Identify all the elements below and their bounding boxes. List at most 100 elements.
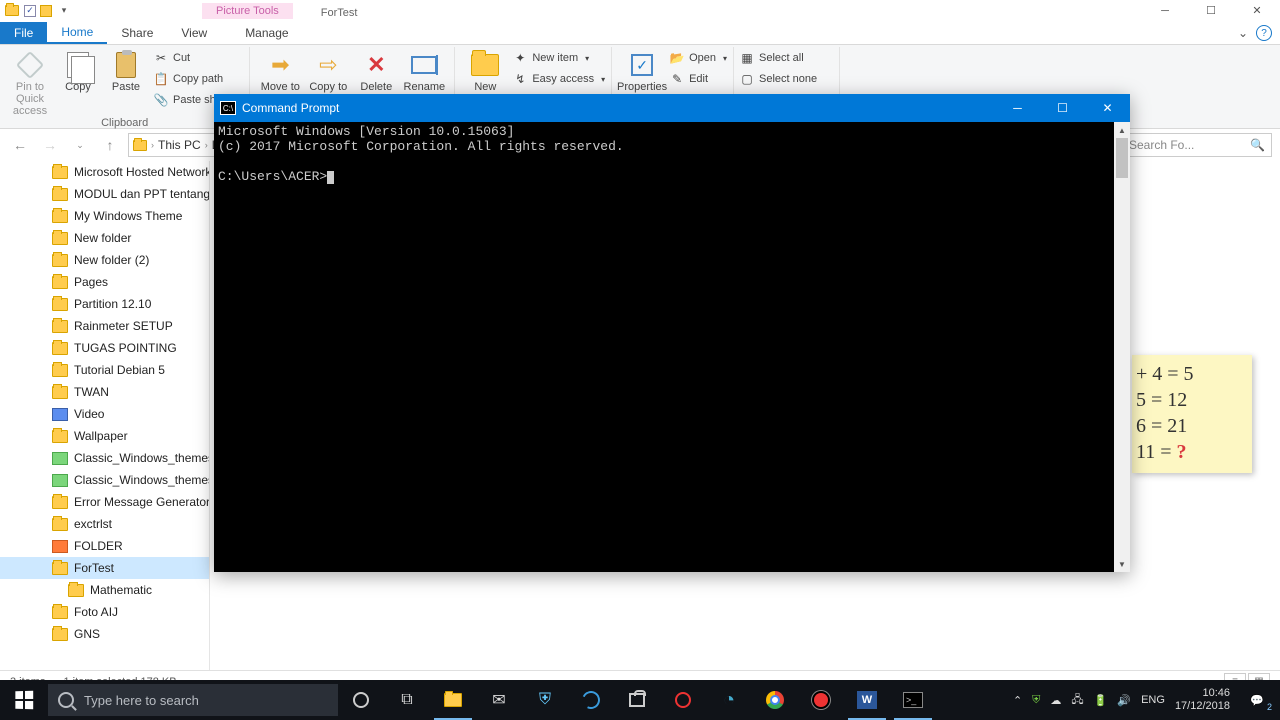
tab-manage[interactable]: Manage xyxy=(231,22,302,44)
taskbar-app-screenrec[interactable] xyxy=(798,680,844,720)
nav-back-button[interactable]: ← xyxy=(8,133,32,157)
action-center-button[interactable]: 💬 2 xyxy=(1240,686,1274,714)
sidebar-item[interactable]: Partition 12.10 xyxy=(0,293,209,315)
sidebar-item[interactable]: New folder (2) xyxy=(0,249,209,271)
tray-overflow-button[interactable]: ⌃ xyxy=(1013,694,1022,707)
cmd-title-bar[interactable]: C:\ Command Prompt ─ ☐ ✕ xyxy=(214,94,1130,122)
taskbar-app-edge[interactable] xyxy=(568,680,614,720)
sidebar-item[interactable]: TWAN xyxy=(0,381,209,403)
qat-dropdown-icon[interactable] xyxy=(40,5,52,17)
sidebar-item[interactable]: My Windows Theme xyxy=(0,205,209,227)
scroll-thumb[interactable] xyxy=(1116,138,1128,178)
sidebar-item[interactable]: Rainmeter SETUP xyxy=(0,315,209,337)
explorer-close-button[interactable]: ✕ xyxy=(1234,0,1280,22)
sidebar-item[interactable]: Wallpaper xyxy=(0,425,209,447)
search-box[interactable]: Search Fo... 🔍 xyxy=(1122,133,1272,157)
nav-recent-button[interactable]: ⌄ xyxy=(68,133,92,157)
chrome-icon xyxy=(766,691,784,709)
move-arrow-icon: ➡ xyxy=(266,51,294,79)
navigation-pane[interactable]: Microsoft Hosted NetworkMODUL dan PPT te… xyxy=(0,161,210,670)
start-button[interactable] xyxy=(0,680,48,720)
sidebar-item[interactable]: Foto AIJ xyxy=(0,601,209,623)
tab-file[interactable]: File xyxy=(0,22,47,44)
taskbar-app-recorder[interactable] xyxy=(660,680,706,720)
path-icon: 📋 xyxy=(154,72,168,86)
help-icon[interactable]: ? xyxy=(1256,25,1272,41)
tab-share[interactable]: Share xyxy=(107,22,167,44)
tray-network-icon[interactable]: 🖧 xyxy=(1071,691,1083,710)
edit-button[interactable]: ✎Edit xyxy=(670,70,727,88)
address-folder-icon xyxy=(133,140,147,151)
qat-checkbox[interactable]: ✓ xyxy=(24,5,36,17)
qat-folder-icon[interactable] xyxy=(4,3,20,19)
sidebar-item[interactable]: ForTest xyxy=(0,557,209,579)
tab-home[interactable]: Home xyxy=(47,22,107,44)
sidebar-item[interactable]: Tutorial Debian 5 xyxy=(0,359,209,381)
tab-view[interactable]: View xyxy=(167,22,221,44)
taskbar-app-explorer[interactable] xyxy=(430,680,476,720)
sidebar-item[interactable]: MODUL dan PPT tentang xyxy=(0,183,209,205)
sidebar-item[interactable]: Classic_Windows_themes xyxy=(0,469,209,491)
taskbar-app-mail[interactable]: ✉ xyxy=(476,680,522,720)
qat-overflow[interactable]: ▾ xyxy=(56,3,72,19)
explorer-minimize-button[interactable]: ─ xyxy=(1142,0,1188,22)
sticky-note[interactable]: + 4 = 5 5 = 12 6 = 21 11 = ? xyxy=(1132,355,1252,473)
scroll-up-icon[interactable]: ▲ xyxy=(1114,122,1130,138)
notification-count: 2 xyxy=(1267,702,1272,712)
open-button[interactable]: 📂Open▾ xyxy=(670,49,727,67)
sidebar-item[interactable]: Mathematic xyxy=(0,579,209,601)
select-none-button[interactable]: ▢Select none xyxy=(740,70,833,88)
sidebar-item-label: Rainmeter SETUP xyxy=(74,319,173,333)
sidebar-item[interactable]: Pages xyxy=(0,271,209,293)
scroll-down-icon[interactable]: ▼ xyxy=(1114,556,1130,572)
tray-onedrive-icon[interactable]: ☁ xyxy=(1050,694,1061,707)
pin-to-quick-access-button[interactable]: Pin to Quick access xyxy=(6,49,54,117)
cut-button[interactable]: ✂Cut xyxy=(154,49,243,67)
cmd-close-button[interactable]: ✕ xyxy=(1085,94,1130,122)
taskbar-app-cortana2[interactable]: ◔ xyxy=(706,680,752,720)
tray-volume-icon[interactable]: 🔊 xyxy=(1117,694,1131,707)
paste-button[interactable]: Paste xyxy=(102,49,150,117)
sidebar-item[interactable]: Microsoft Hosted Network xyxy=(0,161,209,183)
contextual-tab-picture-tools[interactable]: Picture Tools xyxy=(202,3,293,19)
new-item-button[interactable]: ✦New item▾ xyxy=(513,49,605,67)
ribbon-collapse-icon[interactable]: ⌄ xyxy=(1238,26,1248,40)
taskbar-app-cmd[interactable]: >_ xyxy=(890,680,936,720)
select-all-button[interactable]: ▦Select all xyxy=(740,49,833,67)
folder-icon xyxy=(52,518,68,531)
cmd-terminal-area[interactable]: Microsoft Windows [Version 10.0.15063] (… xyxy=(214,122,1130,572)
taskbar-app-security[interactable]: ⛨ xyxy=(522,680,568,720)
taskbar-app-store[interactable] xyxy=(614,680,660,720)
sidebar-item[interactable]: GNS xyxy=(0,623,209,645)
explorer-maximize-button[interactable]: ☐ xyxy=(1188,0,1234,22)
cmd-minimize-button[interactable]: ─ xyxy=(995,94,1040,122)
taskbar-app-chrome[interactable] xyxy=(752,680,798,720)
folder-icon xyxy=(68,584,84,597)
sidebar-item[interactable]: Video xyxy=(0,403,209,425)
search-placeholder: Search Fo... xyxy=(1129,138,1194,152)
easy-access-button[interactable]: ↯Easy access▾ xyxy=(513,70,605,88)
sidebar-item[interactable]: Error Message Generator xyxy=(0,491,209,513)
sidebar-item[interactable]: New folder xyxy=(0,227,209,249)
tray-language[interactable]: ENG xyxy=(1141,694,1165,706)
taskbar-search[interactable]: Type here to search xyxy=(48,684,338,716)
sidebar-item[interactable]: TUGAS POINTING xyxy=(0,337,209,359)
tray-clock[interactable]: 10:46 17/12/2018 xyxy=(1175,687,1230,713)
cmd-maximize-button[interactable]: ☐ xyxy=(1040,94,1085,122)
nav-up-button[interactable]: ↑ xyxy=(98,133,122,157)
copy-button[interactable]: Copy xyxy=(54,49,102,117)
taskbar-app-word[interactable]: W xyxy=(844,680,890,720)
folder-icon xyxy=(52,386,68,399)
tray-battery-icon[interactable]: 🔋 xyxy=(1094,694,1108,707)
breadcrumb[interactable]: This PC xyxy=(158,138,201,152)
pin-icon xyxy=(16,51,44,79)
nav-forward-button[interactable]: → xyxy=(38,133,62,157)
sidebar-item[interactable]: FOLDER xyxy=(0,535,209,557)
sidebar-item[interactable]: Classic_Windows_themes xyxy=(0,447,209,469)
copy-path-button[interactable]: 📋Copy path xyxy=(154,70,243,88)
cmd-scrollbar[interactable]: ▲ ▼ xyxy=(1114,122,1130,572)
cortana-button[interactable] xyxy=(338,680,384,720)
tray-security-icon[interactable]: ⛨ xyxy=(1032,694,1040,707)
sidebar-item[interactable]: exctrlst xyxy=(0,513,209,535)
task-view-button[interactable]: ⧉ xyxy=(384,680,430,720)
